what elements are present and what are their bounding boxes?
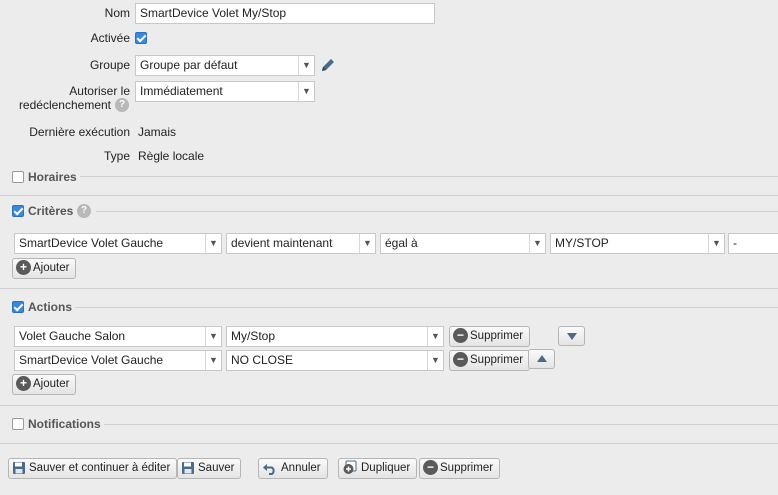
- action-command-select[interactable]: My/Stop ▼: [226, 326, 444, 347]
- groupe-label: Groupe: [89, 58, 130, 72]
- derniere-execution-label: Dernière exécution: [29, 125, 130, 139]
- actions-add-label: Ajouter: [33, 378, 70, 390]
- section-divider: [0, 195, 778, 196]
- criteres-add-button[interactable]: + Ajouter: [12, 258, 77, 279]
- arrow-up-icon: [537, 355, 547, 362]
- action-device-select[interactable]: Volet Gauche Salon ▼: [14, 326, 222, 347]
- criteres-checkbox[interactable]: [12, 205, 24, 217]
- floppy-icon: [13, 461, 25, 474]
- groupe-select[interactable]: Groupe par défaut ▼: [135, 55, 315, 76]
- minus-icon: −: [453, 352, 468, 368]
- minus-icon: −: [423, 460, 438, 476]
- critere-operator-value: égal à: [385, 236, 418, 250]
- chevron-down-icon: ▼: [205, 327, 221, 346]
- move-down-button[interactable]: [558, 326, 585, 346]
- cancel-label: Annuler: [281, 462, 321, 474]
- actions-title: Actions: [28, 300, 73, 314]
- notifications-divider: [104, 424, 778, 425]
- minus-icon: −: [453, 328, 468, 344]
- autoriser-select[interactable]: Immédiatement ▼: [135, 81, 315, 102]
- activee-checkbox[interactable]: [135, 32, 147, 44]
- critere-extra-input[interactable]: -: [728, 233, 778, 254]
- chevron-down-icon: ▼: [708, 234, 724, 253]
- critere-value-select[interactable]: MY/STOP ▼: [550, 233, 725, 254]
- section-divider: [0, 288, 778, 289]
- delete-label: Supprimer: [440, 462, 494, 474]
- criteres-divider: [96, 211, 778, 212]
- autoriser-select-value: Immédiatement: [140, 84, 223, 98]
- duplicate-label: Dupliquer: [361, 462, 411, 474]
- chevron-down-icon: ▼: [427, 327, 443, 346]
- help-icon[interactable]: ?: [115, 98, 129, 112]
- save-button[interactable]: Sauver: [177, 458, 242, 479]
- action-device-value: Volet Gauche Salon: [19, 329, 126, 343]
- criteres-add-label: Ajouter: [33, 262, 70, 274]
- groupe-select-value: Groupe par défaut: [140, 58, 238, 72]
- action-device-select[interactable]: SmartDevice Volet Gauche ▼: [14, 350, 222, 371]
- critere-condition-value: devient maintenant: [231, 236, 333, 250]
- nom-input[interactable]: SmartDevice Volet My/Stop: [135, 3, 435, 24]
- criteres-title: Critères: [28, 204, 74, 218]
- autoriser-label-line1: Autoriser le: [69, 84, 130, 98]
- floppy-icon: [182, 461, 194, 474]
- chevron-down-icon: ▼: [205, 234, 221, 253]
- actions-add-button[interactable]: + Ajouter: [12, 374, 77, 395]
- horaires-divider: [80, 176, 778, 177]
- cancel-button[interactable]: Annuler: [258, 458, 328, 479]
- delete-button[interactable]: − Supprimer: [419, 458, 501, 479]
- duplicate-button[interactable]: Dupliquer: [338, 458, 418, 479]
- arrow-down-icon: [567, 333, 577, 340]
- critere-device-select[interactable]: SmartDevice Volet Gauche ▼: [14, 233, 222, 254]
- critere-operator-select[interactable]: égal à ▼: [380, 233, 546, 254]
- action-command-select[interactable]: NO CLOSE ▼: [226, 350, 444, 371]
- horaires-title: Horaires: [28, 170, 77, 184]
- activee-label: Activée: [90, 31, 130, 45]
- critere-device-value: SmartDevice Volet Gauche: [19, 236, 164, 250]
- action-delete-label: Supprimer: [470, 330, 524, 342]
- help-icon[interactable]: ?: [77, 204, 91, 218]
- actions-divider: [75, 307, 778, 308]
- actions-checkbox[interactable]: [12, 301, 24, 313]
- autoriser-label-line2: redéclenchement: [18, 98, 111, 112]
- action-delete-button[interactable]: − Supprimer: [449, 326, 531, 347]
- section-divider: [0, 443, 778, 444]
- save-continue-button[interactable]: Sauver et continuer à éditer: [8, 458, 178, 479]
- move-up-button[interactable]: [528, 349, 555, 369]
- chevron-down-icon: ▼: [529, 234, 545, 253]
- notifications-title: Notifications: [28, 417, 101, 431]
- save-continue-label: Sauver et continuer à éditer: [29, 462, 171, 474]
- chevron-down-icon: ▼: [205, 351, 221, 370]
- action-device-value: SmartDevice Volet Gauche: [19, 353, 164, 367]
- chevron-down-icon: ▼: [298, 56, 314, 75]
- type-label: Type: [103, 149, 130, 163]
- add-icon: +: [16, 260, 31, 276]
- section-divider: [0, 405, 778, 406]
- undo-icon: [263, 463, 275, 475]
- chevron-down-icon: ▼: [359, 234, 375, 253]
- chevron-down-icon: ▼: [298, 82, 314, 101]
- nom-label: Nom: [104, 6, 130, 20]
- derniere-execution-value: Jamais: [138, 125, 177, 139]
- action-command-value: NO CLOSE: [231, 353, 294, 367]
- duplicate-icon: [343, 460, 357, 475]
- action-delete-button[interactable]: − Supprimer: [449, 350, 531, 371]
- critere-condition-select[interactable]: devient maintenant ▼: [226, 233, 376, 254]
- add-icon: +: [16, 376, 31, 392]
- notifications-checkbox[interactable]: [12, 418, 24, 430]
- pencil-icon[interactable]: [319, 56, 337, 74]
- chevron-down-icon: ▼: [427, 351, 443, 370]
- save-label: Sauver: [198, 462, 235, 474]
- action-delete-label: Supprimer: [470, 354, 524, 366]
- type-value: Règle locale: [138, 149, 205, 163]
- horaires-checkbox[interactable]: [12, 171, 24, 183]
- action-command-value: My/Stop: [231, 329, 276, 343]
- critere-value-value: MY/STOP: [555, 236, 609, 250]
